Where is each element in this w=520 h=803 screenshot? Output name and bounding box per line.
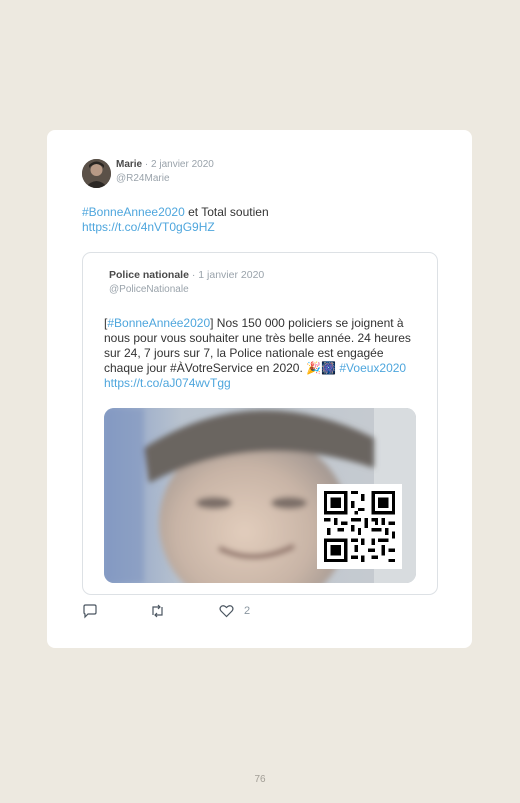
tweet-author: Marie · 2 janvier 2020 [116,159,214,170]
tweet-body: et Total soutien [184,205,269,219]
quoted-author-name[interactable]: Police nationale [109,269,189,281]
tweet-date[interactable]: · 2 janvier 2020 [142,159,214,170]
quoted-text: [#BonneAnnée2020] Nos 150 000 policiers … [104,316,416,391]
quoted-author: Police nationale · 1 janvier 2020 [109,269,264,281]
tweet-card: Marie · 2 janvier 2020 @R24Marie #BonneA… [47,130,472,648]
reply-icon [82,603,98,619]
hashtag-link[interactable]: #BonneAnnee2020 [82,205,185,219]
like-button[interactable]: 2 [219,603,250,619]
quoted-hashtag-link[interactable]: #BonneAnnée2020 [107,316,210,330]
party-emoji: 🎉🎆 [306,361,337,375]
tweet-text: #BonneAnnee2020 et Total soutien https:/… [82,205,442,235]
reply-button[interactable] [82,603,98,619]
quoted-url[interactable]: https://t.co/aJ074wvTgg [104,376,231,390]
quoted-handle[interactable]: @PoliceNationale [109,284,189,295]
page-number: 76 [254,774,266,785]
tweet-actions: 2 [82,603,382,619]
heart-icon [219,604,234,618]
avatar[interactable] [82,159,111,188]
author-name[interactable]: Marie [116,159,142,170]
author-handle[interactable]: @R24Marie [116,173,170,184]
like-count: 2 [244,605,251,617]
quoted-tweet[interactable]: Police nationale · 1 janvier 2020 @Polic… [82,252,438,595]
retweet-icon [149,603,166,619]
tweet-url[interactable]: https://t.co/4nVT0gG9HZ [82,220,215,234]
hashtag-voeux-link[interactable]: #Voeux2020 [339,361,406,375]
qr-code[interactable] [317,484,402,569]
quoted-date[interactable]: · 1 janvier 2020 [189,269,264,281]
tweet-photo[interactable] [104,408,416,583]
retweet-button[interactable] [149,603,166,619]
